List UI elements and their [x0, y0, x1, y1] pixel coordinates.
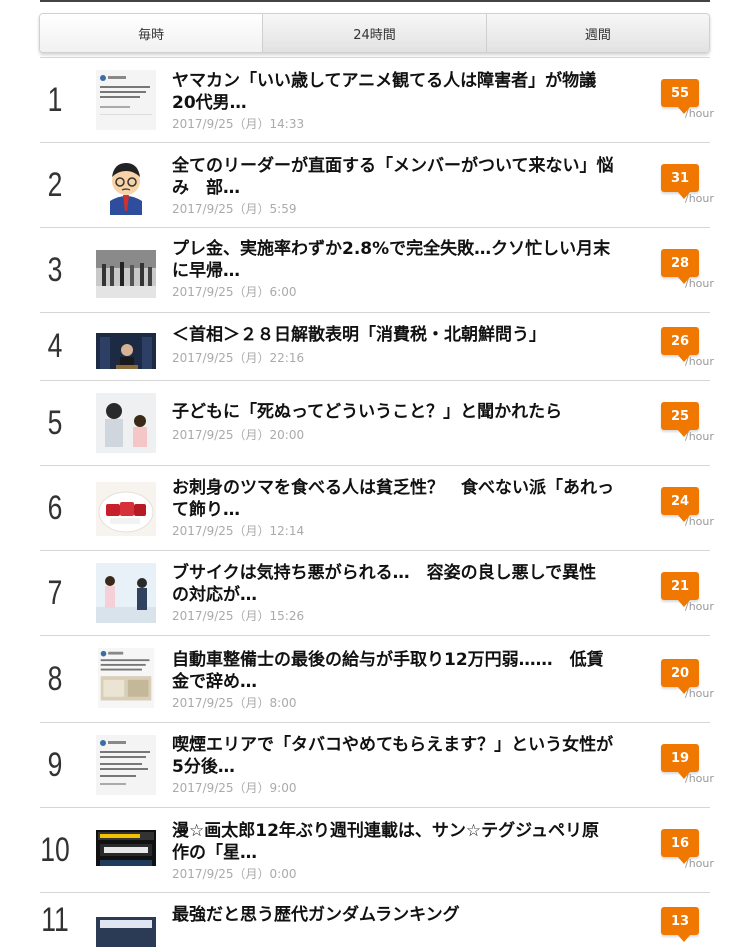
article-date: 2017/9/25（月）5:59: [172, 202, 297, 216]
period-tabs: 毎時 24時間 週間: [39, 13, 710, 53]
article-title-link[interactable]: 喫煙エリアで「タバコやめてもらえます？」という女性が 5分後…: [172, 734, 652, 778]
article-title-link[interactable]: 自動車整備士の最後の給与が手取り12万円弱…… 低賃 金で辞め…: [172, 649, 652, 693]
article-date: 2017/9/25（月）8:00: [172, 696, 297, 710]
article-title-link[interactable]: 子どもに「死ぬってどういうこと？」と聞かれたら: [172, 401, 652, 423]
article-date: 2017/9/25（月）20:00: [172, 428, 305, 442]
ranking-row[interactable]: 7 ブサイクは気持ち悪がられる… 容姿の良し悪しで異性 の対応が… 2017/9…: [40, 550, 714, 635]
article-date: 2017/9/25（月）12:14: [172, 524, 305, 538]
top-border: [40, 0, 710, 2]
parent-child-photo-icon[interactable]: [96, 393, 156, 453]
ranking-row[interactable]: 10 漫☆画太郎12年ぶり週刊連載は、サン☆テグジュペリ原 作の「星… 2017…: [40, 807, 714, 892]
article-title-link[interactable]: 全てのリーダーが直面する「メンバーがついて来ない」悩 み 部…: [172, 155, 652, 199]
worried-businessman-illustration-icon[interactable]: [96, 155, 156, 215]
hits-per-hour-badge: 16: [661, 829, 699, 864]
rank-number: 4: [47, 327, 63, 365]
hits-per-hour-badge: 21: [661, 572, 699, 607]
tweet-thumbnail-icon[interactable]: [96, 735, 156, 795]
rank-number: 6: [47, 488, 63, 527]
rank-number: 2: [47, 165, 63, 204]
ranking-list: 1 ヤマカン「いい歳してアニメ観てる人は障害者」が物議 20代男… 2017/9…: [40, 57, 714, 947]
per-hour-label: /hour: [685, 430, 714, 443]
ranking-row[interactable]: 4 ＜首相＞２８日解散表明「消費税・北朝鮮問う」 2017/9/25（月）22:…: [40, 312, 714, 380]
hits-per-hour-badge: 55: [661, 79, 699, 114]
hits-per-hour-badge: 31: [661, 164, 699, 199]
article-date: 2017/9/25（月）14:33: [172, 117, 305, 131]
rank-number: 1: [47, 80, 63, 119]
rank-number: 5: [47, 403, 63, 442]
rank-number: 10: [40, 830, 70, 869]
per-hour-label: /hour: [685, 192, 714, 205]
tweet-thumbnail-icon[interactable]: [96, 70, 156, 130]
article-date: 2017/9/25（月）22:16: [172, 351, 305, 365]
gundam-ranking-thumbnail-icon[interactable]: [96, 907, 156, 947]
ranking-row[interactable]: 6 お刺身のツマを食べる人は貧乏性？ 食べない派「あれっ て飾り… 2017/9…: [40, 465, 714, 550]
press-conference-photo-icon[interactable]: [96, 325, 156, 369]
rank-number: 8: [47, 659, 63, 698]
article-title-link[interactable]: 漫☆画太郎12年ぶり週刊連載は、サン☆テグジュペリ原 作の「星…: [172, 820, 652, 864]
hits-per-hour-badge: 19: [661, 744, 699, 779]
ranking-row[interactable]: 1 ヤマカン「いい歳してアニメ観てる人は障害者」が物議 20代男… 2017/9…: [40, 57, 714, 142]
hits-per-hour-badge: 28: [661, 249, 699, 284]
article-date: 2017/9/25（月）15:26: [172, 609, 305, 623]
article-date: 2017/9/25（月）0:00: [172, 867, 297, 881]
article-title-link[interactable]: お刺身のツマを食べる人は貧乏性？ 食べない派「あれっ て飾り…: [172, 477, 652, 521]
per-hour-label: /hour: [685, 857, 714, 870]
article-title-link[interactable]: プレ金、実施率わずか2.8%で完全失敗…クソ忙しい月末 に早帰…: [172, 238, 652, 282]
per-hour-label: /hour: [685, 277, 714, 290]
per-hour-label: /hour: [685, 600, 714, 613]
article-title-link[interactable]: ブサイクは気持ち悪がられる… 容姿の良し悪しで異性 の対応が…: [172, 562, 652, 606]
ranking-row[interactable]: 3 プレ金、実施率わずか2.8%で完全失敗…クソ忙しい月末 に早帰… 2017/…: [40, 227, 714, 312]
ranking-row[interactable]: 11 最強だと思う歴代ガンダムランキング 13: [40, 892, 710, 947]
article-title-link[interactable]: 最強だと思う歴代ガンダムランキング: [172, 904, 652, 926]
per-hour-label: /hour: [685, 355, 714, 368]
ranking-row[interactable]: 2 全てのリーダーが直面する「メンバーがついて来ない」悩 み 部… 2017/9…: [40, 142, 714, 227]
article-title-link[interactable]: ヤマカン「いい歳してアニメ観てる人は障害者」が物議 20代男…: [172, 70, 652, 114]
sashimi-photo-icon[interactable]: [96, 480, 156, 536]
per-hour-label: /hour: [685, 107, 714, 120]
rank-number: 3: [47, 250, 63, 289]
hits-per-hour-badge: 20: [661, 659, 699, 694]
tab-hourly[interactable]: 毎時: [40, 14, 263, 52]
office-scene-photo-icon[interactable]: [96, 563, 156, 623]
ranking-row[interactable]: 5 子どもに「死ぬってどういうこと？」と聞かれたら 2017/9/25（月）20…: [40, 380, 714, 465]
hits-per-hour-badge: 13: [661, 907, 699, 942]
per-hour-label: /hour: [685, 687, 714, 700]
street-crowd-photo-icon[interactable]: [96, 246, 156, 298]
tab-weekly[interactable]: 週間: [485, 14, 709, 52]
article-date: 2017/9/25（月）6:00: [172, 285, 297, 299]
per-hour-label: /hour: [685, 772, 714, 785]
article-title-link[interactable]: ＜首相＞２８日解散表明「消費税・北朝鮮問う」: [172, 324, 652, 346]
tab-24-hours[interactable]: 24時間: [262, 14, 486, 52]
hits-per-hour-badge: 25: [661, 402, 699, 437]
per-hour-label: /hour: [685, 515, 714, 528]
hits-per-hour-badge: 24: [661, 487, 699, 522]
ranking-row[interactable]: 9 喫煙エリアで「タバコやめてもらえます？」という女性が 5分後… 2017/9…: [40, 722, 714, 807]
manga-cover-thumbnail-icon[interactable]: [96, 822, 156, 866]
rank-number: 7: [47, 573, 63, 612]
hits-per-hour-badge: 26: [661, 327, 699, 362]
ranking-row[interactable]: 8 自動車整備士の最後の給与が手取り12万円弱…… 低賃 金で辞め… 2017/…: [40, 635, 714, 722]
rank-number: 11: [41, 901, 69, 939]
article-date: 2017/9/25（月）9:00: [172, 781, 297, 795]
tweet-with-image-thumbnail-icon[interactable]: [96, 648, 156, 712]
rank-number: 9: [47, 745, 63, 784]
